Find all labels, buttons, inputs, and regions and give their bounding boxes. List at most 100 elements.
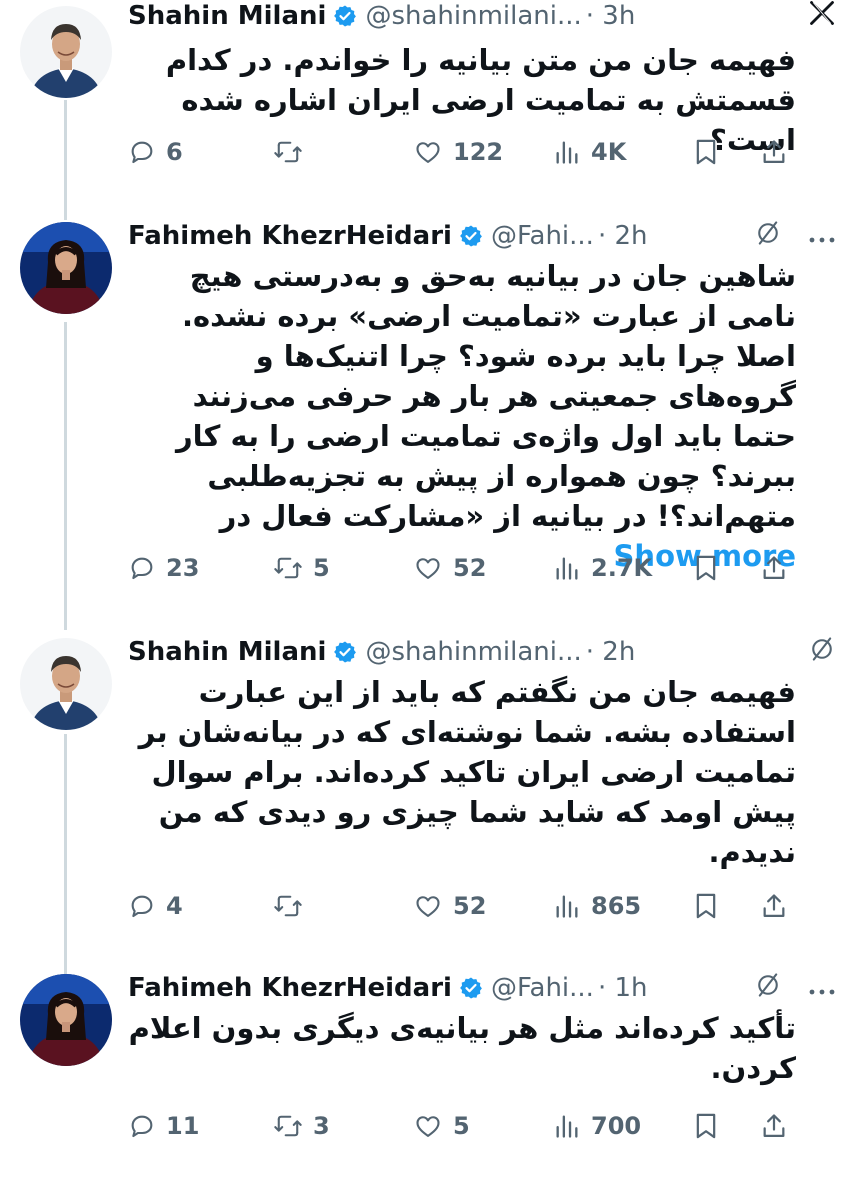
verified-badge-icon bbox=[459, 976, 483, 1000]
heart-icon bbox=[413, 1112, 443, 1140]
views-count: 700 bbox=[591, 1112, 642, 1140]
views-button[interactable]: 700 bbox=[553, 1106, 641, 1146]
like-button[interactable]: 5 bbox=[413, 1106, 470, 1146]
like-count: 5 bbox=[453, 1112, 470, 1140]
heart-icon bbox=[413, 554, 443, 582]
user-handle[interactable]: @shahinmilani... bbox=[365, 1, 581, 31]
verified-badge-icon bbox=[333, 640, 357, 664]
conversation-thread: Shahin Milani @shahinmilani... · 3h فهیم… bbox=[0, 0, 854, 1200]
reply-button[interactable]: 11 bbox=[128, 1106, 199, 1146]
retweet-count: 3 bbox=[313, 1112, 330, 1140]
avatar[interactable] bbox=[20, 222, 112, 314]
avatar[interactable] bbox=[20, 638, 112, 730]
share-button[interactable] bbox=[760, 132, 788, 172]
tweet-header: Shahin Milani @shahinmilani... · 3h bbox=[128, 0, 836, 36]
retweet-icon bbox=[273, 554, 303, 582]
tweet[interactable]: Fahimeh KhezrHeidari @Fahi... · 2h شاهین… bbox=[0, 216, 854, 616]
views-button[interactable]: 2.7K bbox=[553, 548, 652, 588]
verified-badge-icon bbox=[333, 4, 357, 28]
timestamp[interactable]: · 2h bbox=[586, 637, 636, 667]
bookmark-icon bbox=[693, 1112, 719, 1140]
reply-icon bbox=[128, 892, 156, 920]
like-button[interactable]: 122 bbox=[413, 132, 503, 172]
reply-count: 23 bbox=[166, 554, 200, 582]
share-button[interactable] bbox=[760, 1106, 788, 1146]
user-handle[interactable]: @Fahi... bbox=[491, 973, 594, 1003]
display-name[interactable]: Shahin Milani bbox=[128, 1, 326, 31]
more-options-icon[interactable] bbox=[808, 973, 836, 1003]
display-name[interactable]: Shahin Milani bbox=[128, 637, 326, 667]
share-button[interactable] bbox=[760, 886, 788, 926]
bookmark-icon bbox=[693, 138, 719, 166]
views-count: 4K bbox=[591, 138, 627, 166]
views-button[interactable]: 865 bbox=[553, 886, 641, 926]
tweet-actions: 11 3 5 700 bbox=[128, 1106, 792, 1146]
views-count: 2.7K bbox=[591, 554, 653, 582]
grok-icon[interactable] bbox=[754, 219, 782, 254]
bookmark-button[interactable] bbox=[693, 132, 719, 172]
like-count: 52 bbox=[453, 554, 487, 582]
tweet-actions: 23 5 52 2.7K bbox=[128, 548, 792, 588]
tweet[interactable]: Shahin Milani @shahinmilani... · 3h فهیم… bbox=[0, 0, 854, 200]
retweet-button[interactable] bbox=[273, 132, 313, 172]
bookmark-button[interactable] bbox=[693, 1106, 719, 1146]
avatar[interactable] bbox=[20, 974, 112, 1066]
avatar[interactable] bbox=[20, 6, 112, 98]
retweet-button[interactable] bbox=[273, 886, 313, 926]
timestamp[interactable]: · 2h bbox=[598, 221, 648, 251]
tweet-text: فهیمه جان من نگفتم که باید از این عبارت … bbox=[138, 675, 796, 869]
user-handle[interactable]: @Fahi... bbox=[491, 221, 594, 251]
grok-icon[interactable] bbox=[754, 971, 782, 1006]
share-icon bbox=[760, 1112, 788, 1140]
user-handle[interactable]: @shahinmilani... bbox=[365, 637, 581, 667]
share-button[interactable] bbox=[760, 548, 788, 588]
reply-icon bbox=[128, 1112, 156, 1140]
reply-icon bbox=[128, 554, 156, 582]
display-name[interactable]: Fahimeh KhezrHeidari bbox=[128, 221, 452, 251]
timestamp[interactable]: · 1h bbox=[598, 973, 648, 1003]
tweet-header: Shahin Milani @shahinmilani... · 2h bbox=[128, 632, 836, 672]
retweet-button[interactable]: 5 bbox=[273, 548, 330, 588]
bookmark-icon bbox=[693, 554, 719, 582]
like-button[interactable]: 52 bbox=[413, 886, 486, 926]
timestamp[interactable]: · 3h bbox=[586, 1, 636, 31]
like-button[interactable]: 52 bbox=[413, 548, 486, 588]
tweet-actions: 4 52 865 bbox=[128, 886, 792, 926]
reply-count: 11 bbox=[166, 1112, 200, 1140]
like-count: 52 bbox=[453, 892, 487, 920]
retweet-icon bbox=[273, 892, 303, 920]
reply-count: 4 bbox=[166, 892, 183, 920]
retweet-button[interactable]: 3 bbox=[273, 1106, 330, 1146]
display-name[interactable]: Fahimeh KhezrHeidari bbox=[128, 973, 452, 1003]
tweet[interactable]: Shahin Milani @shahinmilani... · 2h فهیم… bbox=[0, 632, 854, 932]
views-count: 865 bbox=[591, 892, 642, 920]
reply-button[interactable]: 6 bbox=[128, 132, 183, 172]
retweet-icon bbox=[273, 1112, 303, 1140]
tweet-header: Fahimeh KhezrHeidari @Fahi... · 2h bbox=[128, 216, 836, 256]
bookmark-button[interactable] bbox=[693, 886, 719, 926]
more-options-icon[interactable] bbox=[808, 221, 836, 251]
x-logo-icon[interactable] bbox=[808, 0, 836, 34]
reply-icon bbox=[128, 138, 156, 166]
retweet-count: 5 bbox=[313, 554, 330, 582]
reply-button[interactable]: 23 bbox=[128, 548, 199, 588]
grok-icon[interactable] bbox=[808, 635, 836, 670]
bookmark-button[interactable] bbox=[693, 548, 719, 588]
heart-icon bbox=[413, 138, 443, 166]
share-icon bbox=[760, 892, 788, 920]
views-icon bbox=[553, 554, 581, 582]
tweet-header: Fahimeh KhezrHeidari @Fahi... · 1h bbox=[128, 968, 836, 1008]
verified-badge-icon bbox=[459, 224, 483, 248]
tweet-text-content: شاهین جان در بیانیه به‌حق و به‌درستی هیچ… bbox=[175, 259, 796, 533]
tweet-actions: 6 122 4K bbox=[128, 132, 792, 172]
like-count: 122 bbox=[453, 138, 504, 166]
heart-icon bbox=[413, 892, 443, 920]
retweet-icon bbox=[273, 138, 303, 166]
tweet[interactable]: Fahimeh KhezrHeidari @Fahi... · 1h تأکید… bbox=[0, 968, 854, 1148]
views-icon bbox=[553, 138, 581, 166]
reply-button[interactable]: 4 bbox=[128, 886, 183, 926]
views-button[interactable]: 4K bbox=[553, 132, 626, 172]
bookmark-icon bbox=[693, 892, 719, 920]
tweet-text: شاهین جان در بیانیه به‌حق و به‌درستی هیچ… bbox=[128, 256, 796, 576]
reply-count: 6 bbox=[166, 138, 183, 166]
